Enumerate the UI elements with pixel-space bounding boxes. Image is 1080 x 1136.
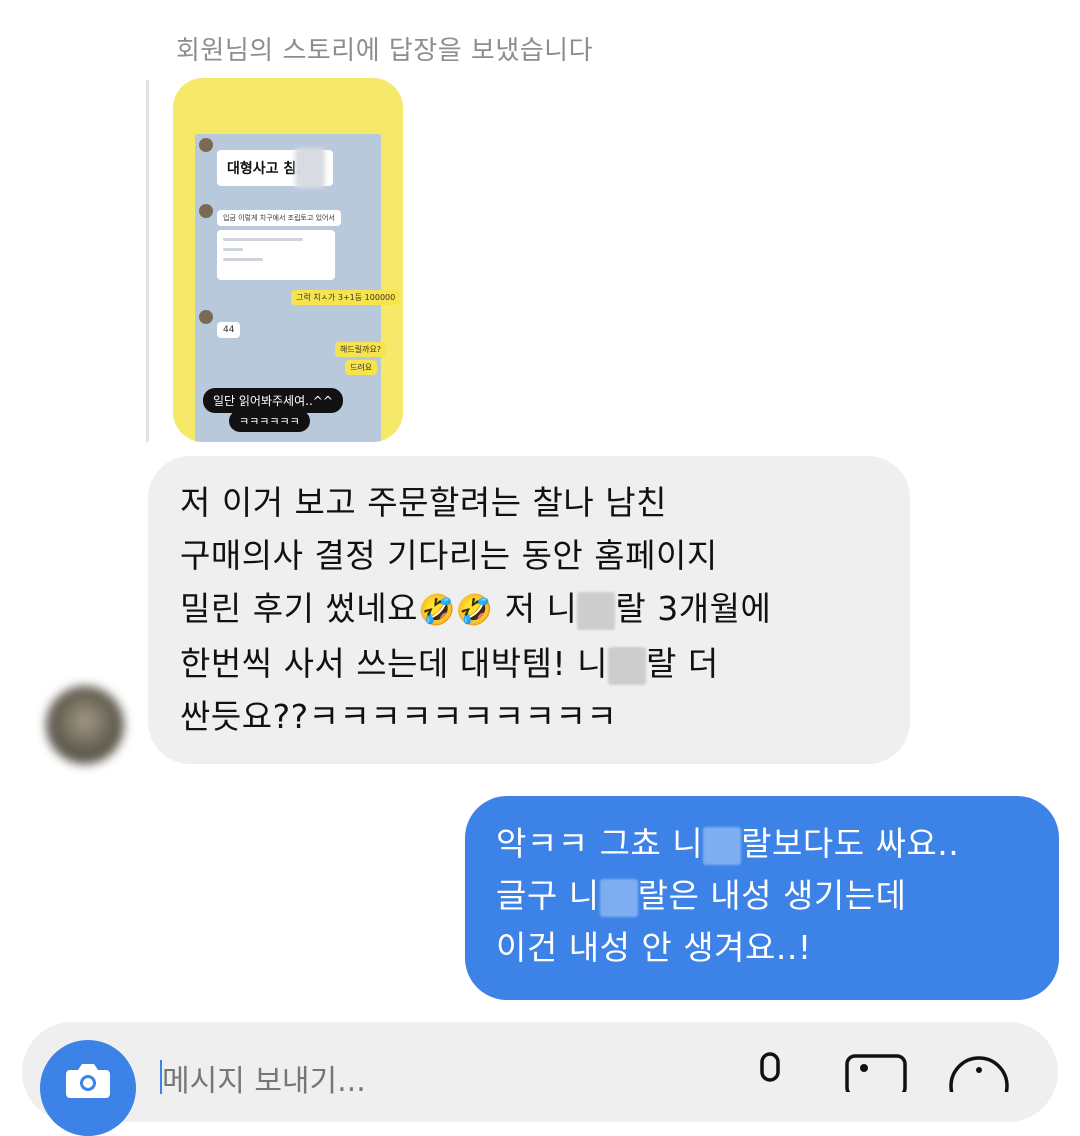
- rolling-laughing-emoji: 🤣🤣: [418, 593, 494, 628]
- story-small-bubble: 44: [217, 322, 241, 338]
- story-question: 해드릴까요?: [335, 342, 387, 357]
- message-segment: 한번씩 사서 쓰는데 대박템! 니: [180, 644, 609, 683]
- message-input[interactable]: [160, 1060, 724, 1102]
- story-preview-card[interactable]: 대형사고 침..... 입금 이렇게 치구에서 조립토고 있어서 그럭 치ㅅ가 …: [173, 78, 403, 442]
- message-segment: 악ㅋㅋ 그쵸 니: [496, 824, 704, 863]
- censored-text: [703, 826, 742, 865]
- order-detail-line: [223, 248, 243, 251]
- message-line: 구매의사 결정 기다리는 동안 홈페이지: [180, 536, 718, 575]
- message-line: 악ㅋㅋ 그쵸 니 랄보다도 싸요..: [496, 818, 1041, 870]
- message-line: 글구 니 랄은 내성 생기는데: [496, 870, 1041, 922]
- message-line: 밀린 후기 썼네요🤣🤣 저 니 랄 3개월에: [180, 582, 900, 637]
- story-answer: 드려요: [345, 360, 378, 375]
- message-segment: 저 니: [493, 589, 578, 628]
- message-segment: 랄 더: [646, 644, 719, 683]
- sender-avatar[interactable]: [46, 686, 124, 764]
- order-detail-line: [223, 238, 303, 241]
- reply-quote-rule: [146, 80, 149, 442]
- message-segment: 글구 니: [496, 876, 600, 915]
- story-yellow-message: 그럭 치ㅅ가 3+1등 100000: [291, 290, 401, 305]
- message-line: 저 이거 보고 주문할려는 찰나 남친: [180, 483, 667, 522]
- story-avatar: [199, 310, 213, 324]
- story-avatar: [199, 204, 213, 218]
- story-caption-laugh: ㅋㅋㅋㅋㅋㅋ: [229, 410, 310, 432]
- incoming-message-text: 저 이거 보고 주문할려는 찰나 남친 구매의사 결정 기다리는 동안 홈페이지…: [180, 476, 900, 743]
- sticker-icon[interactable]: [946, 1052, 1012, 1092]
- message-line: 한번씩 사서 쓰는데 대박템! 니 랄 더: [180, 637, 900, 690]
- message-line: 싼듯요??ㅋㅋㅋㅋㅋㅋㅋㅋㅋㅋ: [180, 697, 618, 736]
- story-avatar: [199, 138, 213, 152]
- redaction-blur: [295, 148, 325, 188]
- message-segment: 랄보다도 싸요..: [741, 824, 960, 863]
- story-reply-caption: 회원님의 스토리에 답장을 보냈습니다: [176, 36, 594, 66]
- message-segment: 랄은 내성 생기는데: [637, 876, 907, 915]
- censored-text: [577, 591, 616, 630]
- image-icon[interactable]: [844, 1052, 908, 1092]
- message-segment: 밀린 후기 썼네요: [180, 589, 418, 628]
- microphone-icon[interactable]: [752, 1052, 788, 1092]
- story-order-card: [217, 230, 335, 280]
- message-line: 이건 내성 안 생겨요..!: [496, 928, 812, 967]
- outgoing-message-text: 악ㅋㅋ 그쵸 니 랄보다도 싸요.. 글구 니 랄은 내성 생기는데 이건 내성 안…: [496, 818, 1041, 974]
- camera-icon: [66, 1064, 110, 1098]
- message-segment: 랄 3개월에: [615, 589, 772, 628]
- censored-text: [608, 646, 647, 685]
- censored-text: [599, 878, 638, 917]
- order-detail-line: [223, 258, 263, 261]
- story-order-line: 입금 이렇게 치구에서 조립토고 있어서: [217, 210, 341, 226]
- camera-button[interactable]: [40, 1040, 136, 1136]
